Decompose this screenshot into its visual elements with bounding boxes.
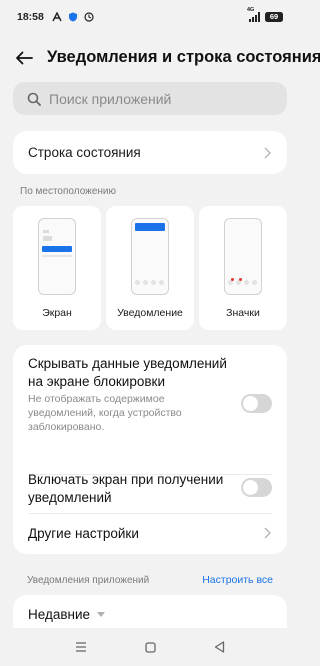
status-bar-row-label: Строка состояния [28, 145, 141, 160]
network-type: 4G [247, 7, 255, 13]
shield-icon [68, 12, 78, 22]
caret-down-icon [97, 612, 106, 617]
phone-preview-screen [38, 218, 76, 295]
app-notifications-label: Уведомления приложений [27, 575, 150, 586]
hide-data-description: Не отображать содержимое уведомлений, ко… [28, 393, 182, 433]
location-section-label: По местоположению [20, 186, 117, 197]
tile-notification-label: Уведомление [117, 307, 183, 319]
tile-screen[interactable]: Экран [13, 206, 101, 330]
badge-dot-preview [231, 278, 234, 281]
wake-screen-toggle[interactable] [241, 478, 272, 497]
hide-data-title: Скрывать данные уведомлений на экране бл… [28, 356, 227, 389]
hide-data-toggle[interactable] [241, 394, 272, 413]
status-time: 18:58 [17, 11, 44, 23]
lockscreen-settings-card: Скрывать данные уведомлений на экране бл… [13, 345, 287, 554]
wake-screen-title: Включать экран при получении уведомлений [28, 472, 224, 505]
menu-icon[interactable] [75, 642, 87, 652]
text-a-icon [52, 12, 62, 22]
page-title: Уведомления и строка состояния [47, 48, 320, 66]
phone-preview-badges [224, 218, 262, 295]
hide-data-setting: Скрывать данные уведомлений на экране бл… [28, 355, 228, 434]
phone-preview-notification [131, 218, 169, 295]
sort-dropdown[interactable]: Недавние [28, 607, 106, 622]
status-bar-settings-row[interactable]: Строка состояния [13, 131, 287, 174]
tile-screen-label: Экран [42, 307, 72, 319]
notification-banner-preview [135, 223, 165, 231]
tile-badges[interactable]: Значки [199, 206, 287, 330]
header: Уведомления и строка состояния [0, 40, 320, 76]
search-input[interactable] [49, 90, 269, 107]
sort-label: Недавние [28, 607, 91, 622]
chevron-right-icon [264, 527, 272, 539]
navigation-bar [0, 628, 300, 666]
notification-bar-preview [42, 246, 72, 252]
home-icon[interactable] [145, 641, 156, 653]
configure-all-link[interactable]: Настроить все [202, 574, 273, 586]
battery-icon: 69 [265, 12, 283, 22]
clock-icon [84, 12, 94, 22]
signal-icon: 4G [247, 7, 260, 22]
badge-dot-preview [239, 278, 242, 281]
chevron-right-icon [264, 147, 272, 159]
back-triangle-icon[interactable] [214, 641, 225, 653]
back-arrow-icon[interactable] [12, 46, 36, 70]
tile-badges-label: Значки [226, 307, 260, 319]
other-settings-label: Другие настройки [28, 525, 139, 541]
status-bar: 18:58 4G 69 [0, 0, 300, 34]
other-settings-row[interactable]: Другие настройки [13, 514, 287, 552]
tile-notification[interactable]: Уведомление [106, 206, 194, 330]
search-bar[interactable] [13, 82, 287, 115]
search-icon [27, 92, 41, 106]
